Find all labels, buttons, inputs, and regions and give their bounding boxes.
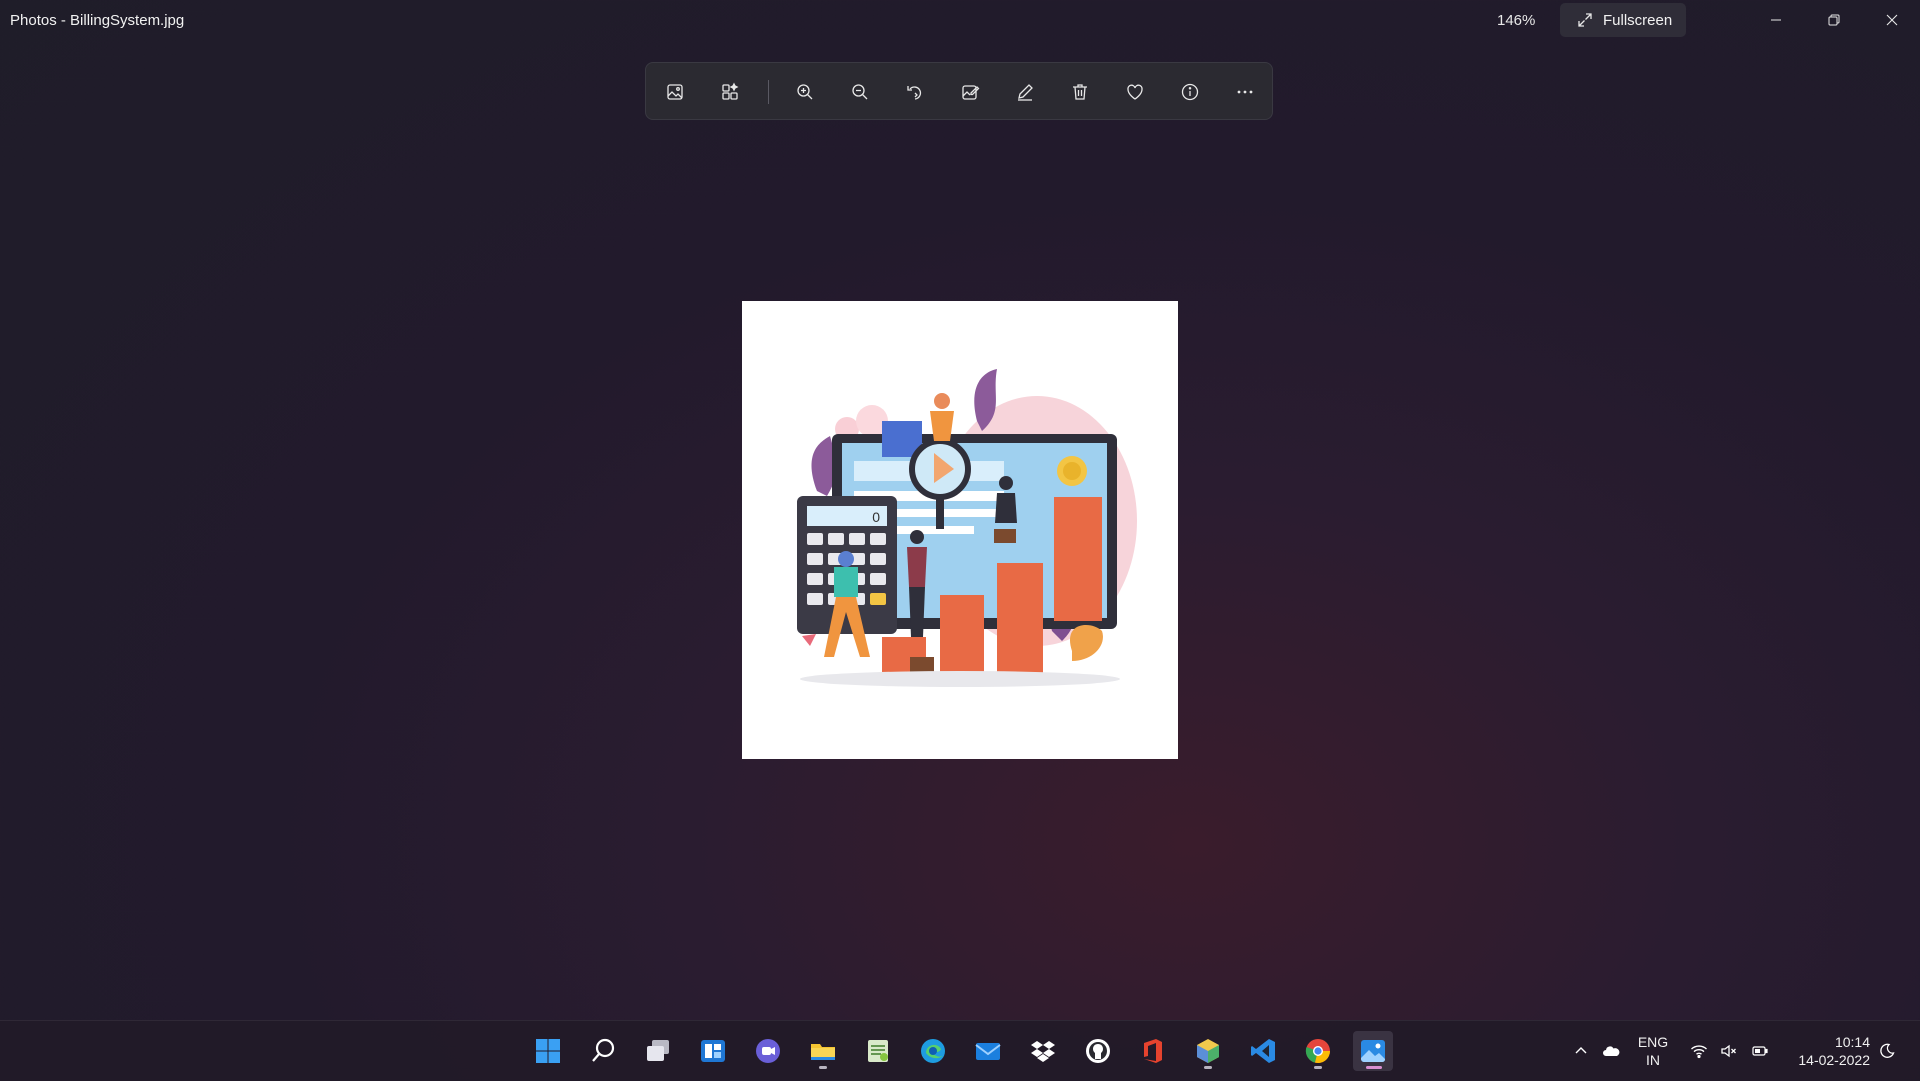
close-button[interactable] [1864, 0, 1920, 40]
clock-time: 10:14 [1834, 1034, 1870, 1050]
running-indicator [1314, 1066, 1322, 1069]
widgets-button[interactable] [693, 1031, 733, 1071]
mail-icon [975, 1043, 1001, 1060]
pen-icon [1018, 84, 1033, 101]
draw-button[interactable] [1008, 75, 1042, 109]
github-icon [1086, 1039, 1110, 1063]
language-code: ENG [1637, 1034, 1669, 1050]
github-button[interactable] [1078, 1031, 1118, 1071]
photo-toolbar [645, 62, 1273, 120]
active-indicator [1366, 1066, 1382, 1069]
office-icon [1144, 1039, 1162, 1063]
expand-icon [1578, 13, 1592, 27]
toolbar-separator [768, 80, 769, 104]
input-language[interactable]: ENG IN [1625, 1033, 1681, 1069]
photos-button[interactable] [1353, 1031, 1393, 1071]
file-info-button[interactable] [1173, 75, 1207, 109]
gallery-icon [722, 82, 739, 100]
taskbar: ENG IN 10:14 14-02-2022 [0, 1020, 1920, 1081]
dropbox-button[interactable] [1023, 1031, 1063, 1071]
zoom-in-button[interactable] [788, 75, 822, 109]
battery-icon [1752, 1046, 1768, 1056]
wifi-icon [1691, 1045, 1707, 1059]
clock[interactable]: 10:14 14-02-2022 [1780, 1033, 1870, 1069]
start-button[interactable] [528, 1031, 568, 1071]
more-icon [1237, 90, 1253, 94]
close-icon [1886, 14, 1898, 26]
cube-app-button[interactable] [1188, 1031, 1228, 1071]
billing-illustration: 0 [797, 369, 1137, 687]
notepad-plus-button[interactable] [858, 1031, 898, 1071]
edge-icon [921, 1039, 945, 1063]
battery-button[interactable] [1747, 1021, 1773, 1081]
heart-icon [1127, 84, 1143, 100]
task-view-button[interactable] [638, 1031, 678, 1071]
vscode-icon [1251, 1039, 1275, 1063]
chrome-icon [1305, 1039, 1330, 1063]
mail-button[interactable] [968, 1031, 1008, 1071]
folder-icon [811, 1044, 835, 1060]
restore-icon [1828, 14, 1840, 26]
title-bar: Photos - BillingSystem.jpg 146% Fullscre… [0, 0, 1920, 40]
onedrive-icon [1603, 1046, 1620, 1056]
view-image-button[interactable] [658, 75, 692, 109]
office-button[interactable] [1133, 1031, 1173, 1071]
teams-icon [756, 1039, 780, 1063]
edit-image-button[interactable] [953, 75, 987, 109]
taskbar-search-button[interactable] [583, 1031, 623, 1071]
restore-button[interactable] [1806, 0, 1862, 40]
teams-chat-button[interactable] [748, 1031, 788, 1071]
clock-date: 14-02-2022 [1798, 1052, 1870, 1068]
cube-icon [1197, 1039, 1219, 1063]
widgets-icon [701, 1040, 725, 1062]
calculator-display: 0 [872, 509, 880, 525]
chrome-button[interactable] [1298, 1031, 1338, 1071]
rotate-icon [907, 86, 922, 100]
favorite-button[interactable] [1118, 75, 1152, 109]
volume-button[interactable] [1716, 1021, 1742, 1081]
window-title: Photos - BillingSystem.jpg [10, 12, 185, 29]
volume-muted-icon [1721, 1044, 1736, 1058]
zoom-level[interactable]: 146% [1497, 12, 1535, 29]
vscode-button[interactable] [1243, 1031, 1283, 1071]
edit-image-icon [962, 85, 980, 100]
language-region: IN [1646, 1052, 1660, 1068]
zoom-out-button[interactable] [843, 75, 877, 109]
focus-moon-icon [1880, 1043, 1895, 1058]
network-button[interactable] [1686, 1021, 1712, 1081]
focus-assist-button[interactable] [1874, 1021, 1900, 1081]
windows-logo-icon [536, 1039, 560, 1063]
info-icon [1181, 83, 1199, 101]
chevron-up-icon [1575, 1047, 1587, 1054]
fullscreen-button[interactable]: Fullscreen [1560, 3, 1686, 37]
displayed-photo[interactable]: 0 [742, 301, 1178, 759]
delete-button[interactable] [1063, 75, 1097, 109]
dropbox-icon [1031, 1041, 1055, 1062]
trash-icon [1073, 84, 1087, 100]
task-view-icon [647, 1040, 669, 1061]
image-icon [667, 84, 683, 100]
minimize-button[interactable] [1748, 0, 1804, 40]
photos-icon [1361, 1040, 1385, 1063]
zoom-in-icon [797, 84, 813, 100]
search-icon [592, 1038, 615, 1062]
more-options-button[interactable] [1228, 75, 1262, 109]
running-indicator [1204, 1066, 1212, 1069]
minimize-icon [1771, 19, 1781, 21]
running-indicator [819, 1066, 827, 1069]
file-explorer-button[interactable] [803, 1031, 843, 1071]
fullscreen-label: Fullscreen [1603, 11, 1673, 29]
onedrive-button[interactable] [1598, 1021, 1624, 1081]
notepad-icon [868, 1040, 888, 1062]
collection-button[interactable] [713, 75, 747, 109]
show-hidden-icons-button[interactable] [1568, 1021, 1594, 1081]
edge-button[interactable] [913, 1031, 953, 1071]
rotate-button[interactable] [898, 75, 932, 109]
zoom-out-icon [852, 84, 868, 100]
